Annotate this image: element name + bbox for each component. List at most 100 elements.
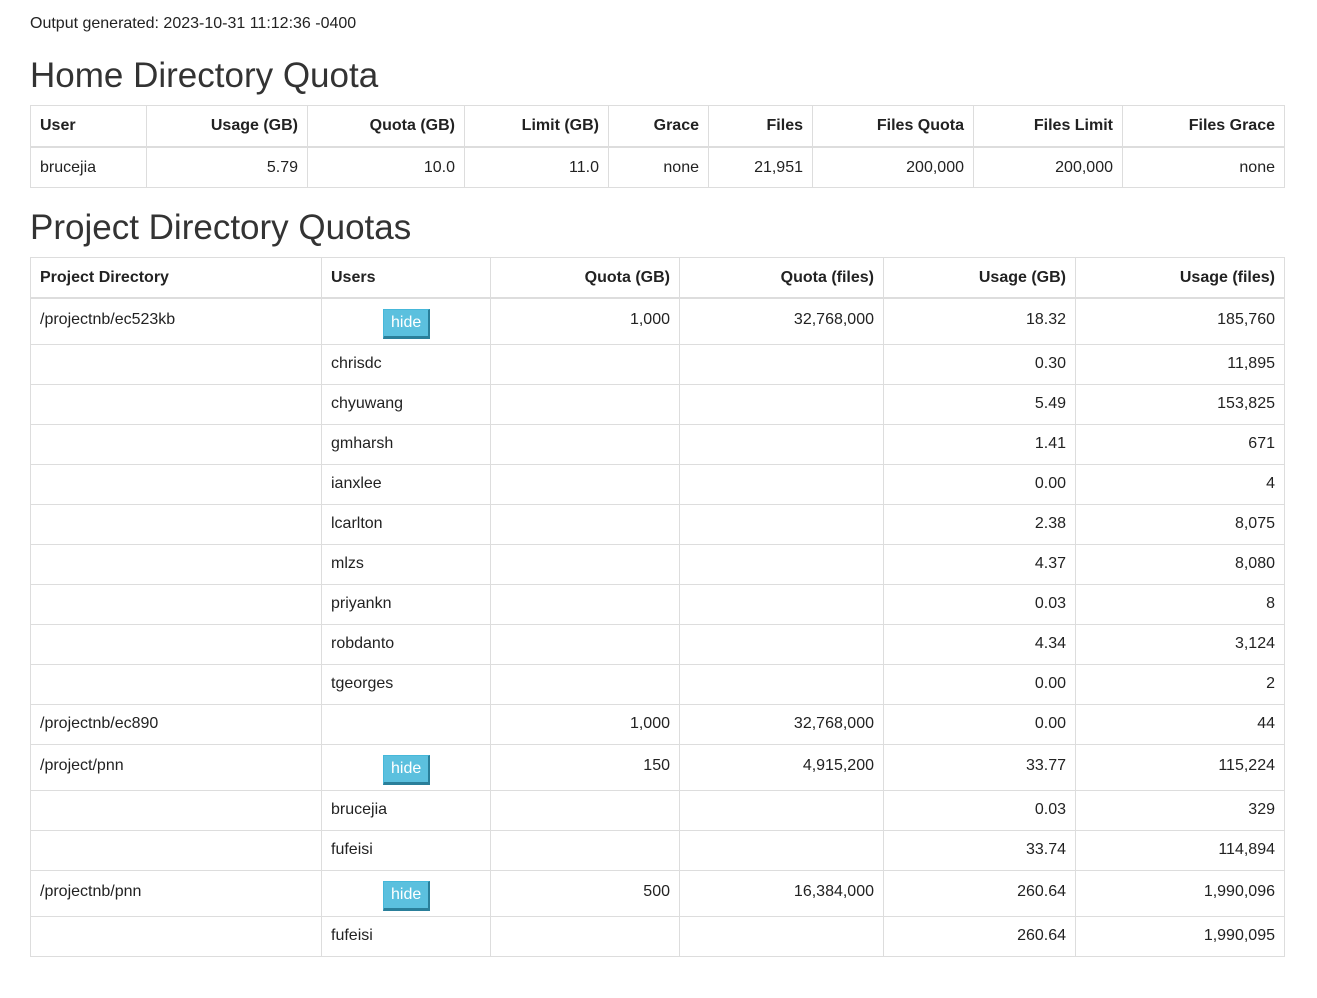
col-header-files-limit: Files Limit xyxy=(973,105,1123,148)
home-quota-title: Home Directory Quota xyxy=(30,56,379,95)
quota-files-cell: 4,915,200 xyxy=(679,743,884,791)
usage-gb-cell: 4.37 xyxy=(883,543,1076,585)
home-quota-table: User Usage (GB) Quota (GB) Limit (GB) Gr… xyxy=(30,105,1285,188)
usage-files-cell: 329 xyxy=(1075,789,1285,831)
table-row: ianxlee 0.00 4 xyxy=(30,463,1285,505)
project-directory-cell: /projectnb/pnn xyxy=(30,869,322,917)
usage-files-cell: 8,075 xyxy=(1075,503,1285,545)
quota-gb-cell xyxy=(490,623,680,665)
home-header-row: User Usage (GB) Quota (GB) Limit (GB) Gr… xyxy=(30,105,1285,148)
quota-gb-cell xyxy=(490,503,680,545)
project-directory-cell: /project/pnn xyxy=(30,743,322,791)
users-cell: hide xyxy=(321,869,491,917)
project-header-row: Project Directory Users Quota (GB) Quota… xyxy=(30,257,1285,299)
usage-gb-cell: 5.49 xyxy=(883,383,1076,425)
col-header-files: Files xyxy=(708,105,813,148)
quota-files-cell xyxy=(679,829,884,871)
quota-gb-cell: 1,000 xyxy=(490,703,680,745)
table-row: mlzs 4.37 8,080 xyxy=(30,543,1285,585)
project-directory-cell xyxy=(30,829,322,871)
table-row: /projectnb/ec890 1,000 32,768,000 0.00 44 xyxy=(30,703,1285,745)
project-directory-cell xyxy=(30,343,322,385)
col-header-grace: Grace xyxy=(608,105,709,148)
hide-users-button[interactable]: hide xyxy=(383,880,431,911)
home-user-cell: brucejia xyxy=(30,146,147,188)
usage-gb-cell: 0.03 xyxy=(883,583,1076,625)
table-row: chyuwang 5.49 153,825 xyxy=(30,383,1285,425)
quota-files-cell xyxy=(679,343,884,385)
users-cell: fufeisi xyxy=(321,915,491,957)
project-directory-cell xyxy=(30,503,322,545)
users-cell: chrisdc xyxy=(321,343,491,385)
table-row: robdanto 4.34 3,124 xyxy=(30,623,1285,665)
col-header-files-grace: Files Grace xyxy=(1122,105,1285,148)
usage-files-cell: 115,224 xyxy=(1075,743,1285,791)
col-header-usage-files: Usage (files) xyxy=(1075,257,1285,299)
home-files-limit-cell: 200,000 xyxy=(973,146,1123,188)
users-cell: hide xyxy=(321,743,491,791)
usage-files-cell: 8 xyxy=(1075,583,1285,625)
usage-gb-cell: 260.64 xyxy=(883,915,1076,957)
project-directory-cell xyxy=(30,423,322,465)
quota-gb-cell xyxy=(490,789,680,831)
usage-files-cell: 1,990,096 xyxy=(1075,869,1285,917)
table-row: lcarlton 2.38 8,075 xyxy=(30,503,1285,545)
col-header-usage-gb: Usage (GB) xyxy=(146,105,308,148)
table-row: /project/pnn hide 150 4,915,200 33.77 115,224 xyxy=(30,743,1285,791)
users-cell: ianxlee xyxy=(321,463,491,505)
quota-files-cell xyxy=(679,503,884,545)
table-row: /projectnb/ec523kb hide 1,000 32,768,000 18.… xyxy=(30,297,1285,345)
quota-gb-cell xyxy=(490,463,680,505)
home-data-row: brucejia 5.79 10.0 11.0 none 21,951 200,… xyxy=(30,146,1285,188)
quota-files-cell xyxy=(679,383,884,425)
usage-gb-cell: 260.64 xyxy=(883,869,1076,917)
quota-gb-cell: 150 xyxy=(490,743,680,791)
col-header-user: User xyxy=(30,105,147,148)
usage-files-cell: 1,990,095 xyxy=(1075,915,1285,957)
usage-files-cell: 185,760 xyxy=(1075,297,1285,345)
quota-gb-cell xyxy=(490,383,680,425)
usage-gb-cell: 0.00 xyxy=(883,703,1076,745)
users-cell: brucejia xyxy=(321,789,491,831)
quota-gb-cell xyxy=(490,663,680,705)
table-row: chrisdc 0.30 11,895 xyxy=(30,343,1285,385)
usage-files-cell: 2 xyxy=(1075,663,1285,705)
quota-gb-cell xyxy=(490,423,680,465)
project-quota-table: Project Directory Users Quota (GB) Quota… xyxy=(30,257,1285,957)
project-directory-cell xyxy=(30,583,322,625)
home-grace-cell: none xyxy=(608,146,709,188)
project-quota-title: Project Directory Quotas xyxy=(30,208,412,247)
table-row: gmharsh 1.41 671 xyxy=(30,423,1285,465)
quota-files-cell xyxy=(679,789,884,831)
project-directory-cell xyxy=(30,915,322,957)
users-cell: hide xyxy=(321,297,491,345)
quota-files-cell: 32,768,000 xyxy=(679,703,884,745)
usage-gb-cell: 4.34 xyxy=(883,623,1076,665)
users-cell xyxy=(321,703,491,745)
quota-gb-cell xyxy=(490,915,680,957)
col-header-project-directory: Project Directory xyxy=(30,257,322,299)
users-cell: tgeorges xyxy=(321,663,491,705)
table-row: /projectnb/pnn hide 500 16,384,000 260.64 1,9… xyxy=(30,869,1285,917)
users-cell: lcarlton xyxy=(321,503,491,545)
hide-users-button[interactable]: hide xyxy=(383,754,431,785)
quota-gb-cell: 500 xyxy=(490,869,680,917)
usage-gb-cell: 18.32 xyxy=(883,297,1076,345)
table-row: fufeisi 260.64 1,990,095 xyxy=(30,915,1285,957)
users-cell: gmharsh xyxy=(321,423,491,465)
home-files-cell: 21,951 xyxy=(708,146,813,188)
users-cell: chyuwang xyxy=(321,383,491,425)
project-directory-cell: /projectnb/ec890 xyxy=(30,703,322,745)
col-header-usage-gb: Usage (GB) xyxy=(883,257,1076,299)
project-directory-cell xyxy=(30,463,322,505)
home-files-grace-cell: none xyxy=(1122,146,1285,188)
col-header-quota-gb: Quota (GB) xyxy=(307,105,465,148)
hide-users-button[interactable]: hide xyxy=(383,309,431,339)
project-directory-cell xyxy=(30,543,322,585)
home-usage-gb-cell: 5.79 xyxy=(146,146,308,188)
usage-gb-cell: 0.00 xyxy=(883,663,1076,705)
usage-gb-cell: 1.41 xyxy=(883,423,1076,465)
home-limit-gb-cell: 11.0 xyxy=(464,146,609,188)
project-directory-cell xyxy=(30,623,322,665)
quota-gb-cell xyxy=(490,543,680,585)
